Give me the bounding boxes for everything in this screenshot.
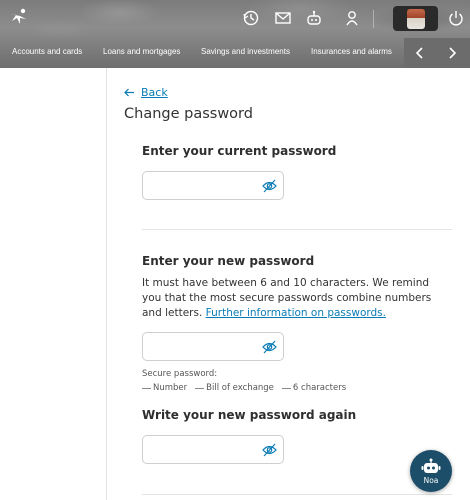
arrow-left-icon: [124, 88, 134, 97]
new-password-input[interactable]: [149, 338, 259, 356]
eye-icon[interactable]: [262, 340, 277, 354]
noa-assistant-button[interactable]: Noa: [410, 450, 452, 492]
header-divider: [373, 10, 374, 28]
repeat-password-field: [142, 435, 284, 464]
current-password-input[interactable]: [149, 177, 259, 195]
page-title: Change password: [124, 106, 253, 122]
requirement-bill: Bill of exchange: [195, 383, 274, 393]
nav-next-button[interactable]: [442, 44, 462, 62]
mail-icon[interactable]: [274, 9, 292, 27]
main-navigation: Accounts and cards Loans and mortgages S…: [0, 38, 470, 68]
secure-password-label: Secure password:: [142, 369, 218, 379]
new-password-field: [142, 332, 284, 361]
chevron-left-icon: [415, 47, 423, 59]
repeat-password-title: Write your new password again: [142, 408, 357, 422]
nav-item-accounts[interactable]: Accounts and cards: [12, 47, 82, 56]
back-link-label: Back: [141, 86, 168, 99]
logo-star-icon[interactable]: [8, 8, 28, 26]
password-info-link[interactable]: Further information on passwords.: [206, 307, 386, 319]
noa-label: Noa: [423, 475, 439, 485]
current-password-field: [142, 171, 284, 200]
power-icon[interactable]: [447, 9, 465, 27]
chevron-right-icon: [449, 47, 457, 59]
password-requirements: Number Bill of exchange 6 characters: [142, 383, 346, 393]
robot-icon: [421, 458, 441, 473]
requirement-length: 6 characters: [281, 383, 346, 393]
top-header: Accounts and cards Loans and mortgages S…: [0, 0, 470, 68]
section-divider: [142, 494, 452, 495]
current-password-title: Enter your current password: [142, 144, 337, 158]
nav-item-savings[interactable]: Savings and investments: [201, 47, 290, 56]
nav-prev-button[interactable]: [410, 44, 430, 62]
profile-icon[interactable]: [343, 9, 361, 27]
robot-icon[interactable]: [305, 9, 323, 27]
eye-icon[interactable]: [262, 443, 277, 457]
requirement-number: Number: [142, 383, 187, 393]
history-icon[interactable]: [242, 9, 260, 27]
avatar-photo: [406, 8, 425, 29]
password-help-text: It must have between 6 and 10 characters…: [142, 276, 442, 321]
new-password-title: Enter your new password: [142, 254, 315, 268]
section-divider: [142, 229, 452, 230]
nav-scroll-controls: [404, 38, 470, 68]
nav-item-loans[interactable]: Loans and mortgages: [103, 47, 180, 56]
avatar[interactable]: [393, 6, 438, 31]
nav-item-insurances[interactable]: Insurances and alarms: [311, 47, 392, 56]
repeat-password-input[interactable]: [149, 441, 259, 459]
back-link[interactable]: Back: [124, 86, 168, 99]
left-sidebar: [0, 68, 107, 500]
eye-icon[interactable]: [262, 179, 277, 193]
